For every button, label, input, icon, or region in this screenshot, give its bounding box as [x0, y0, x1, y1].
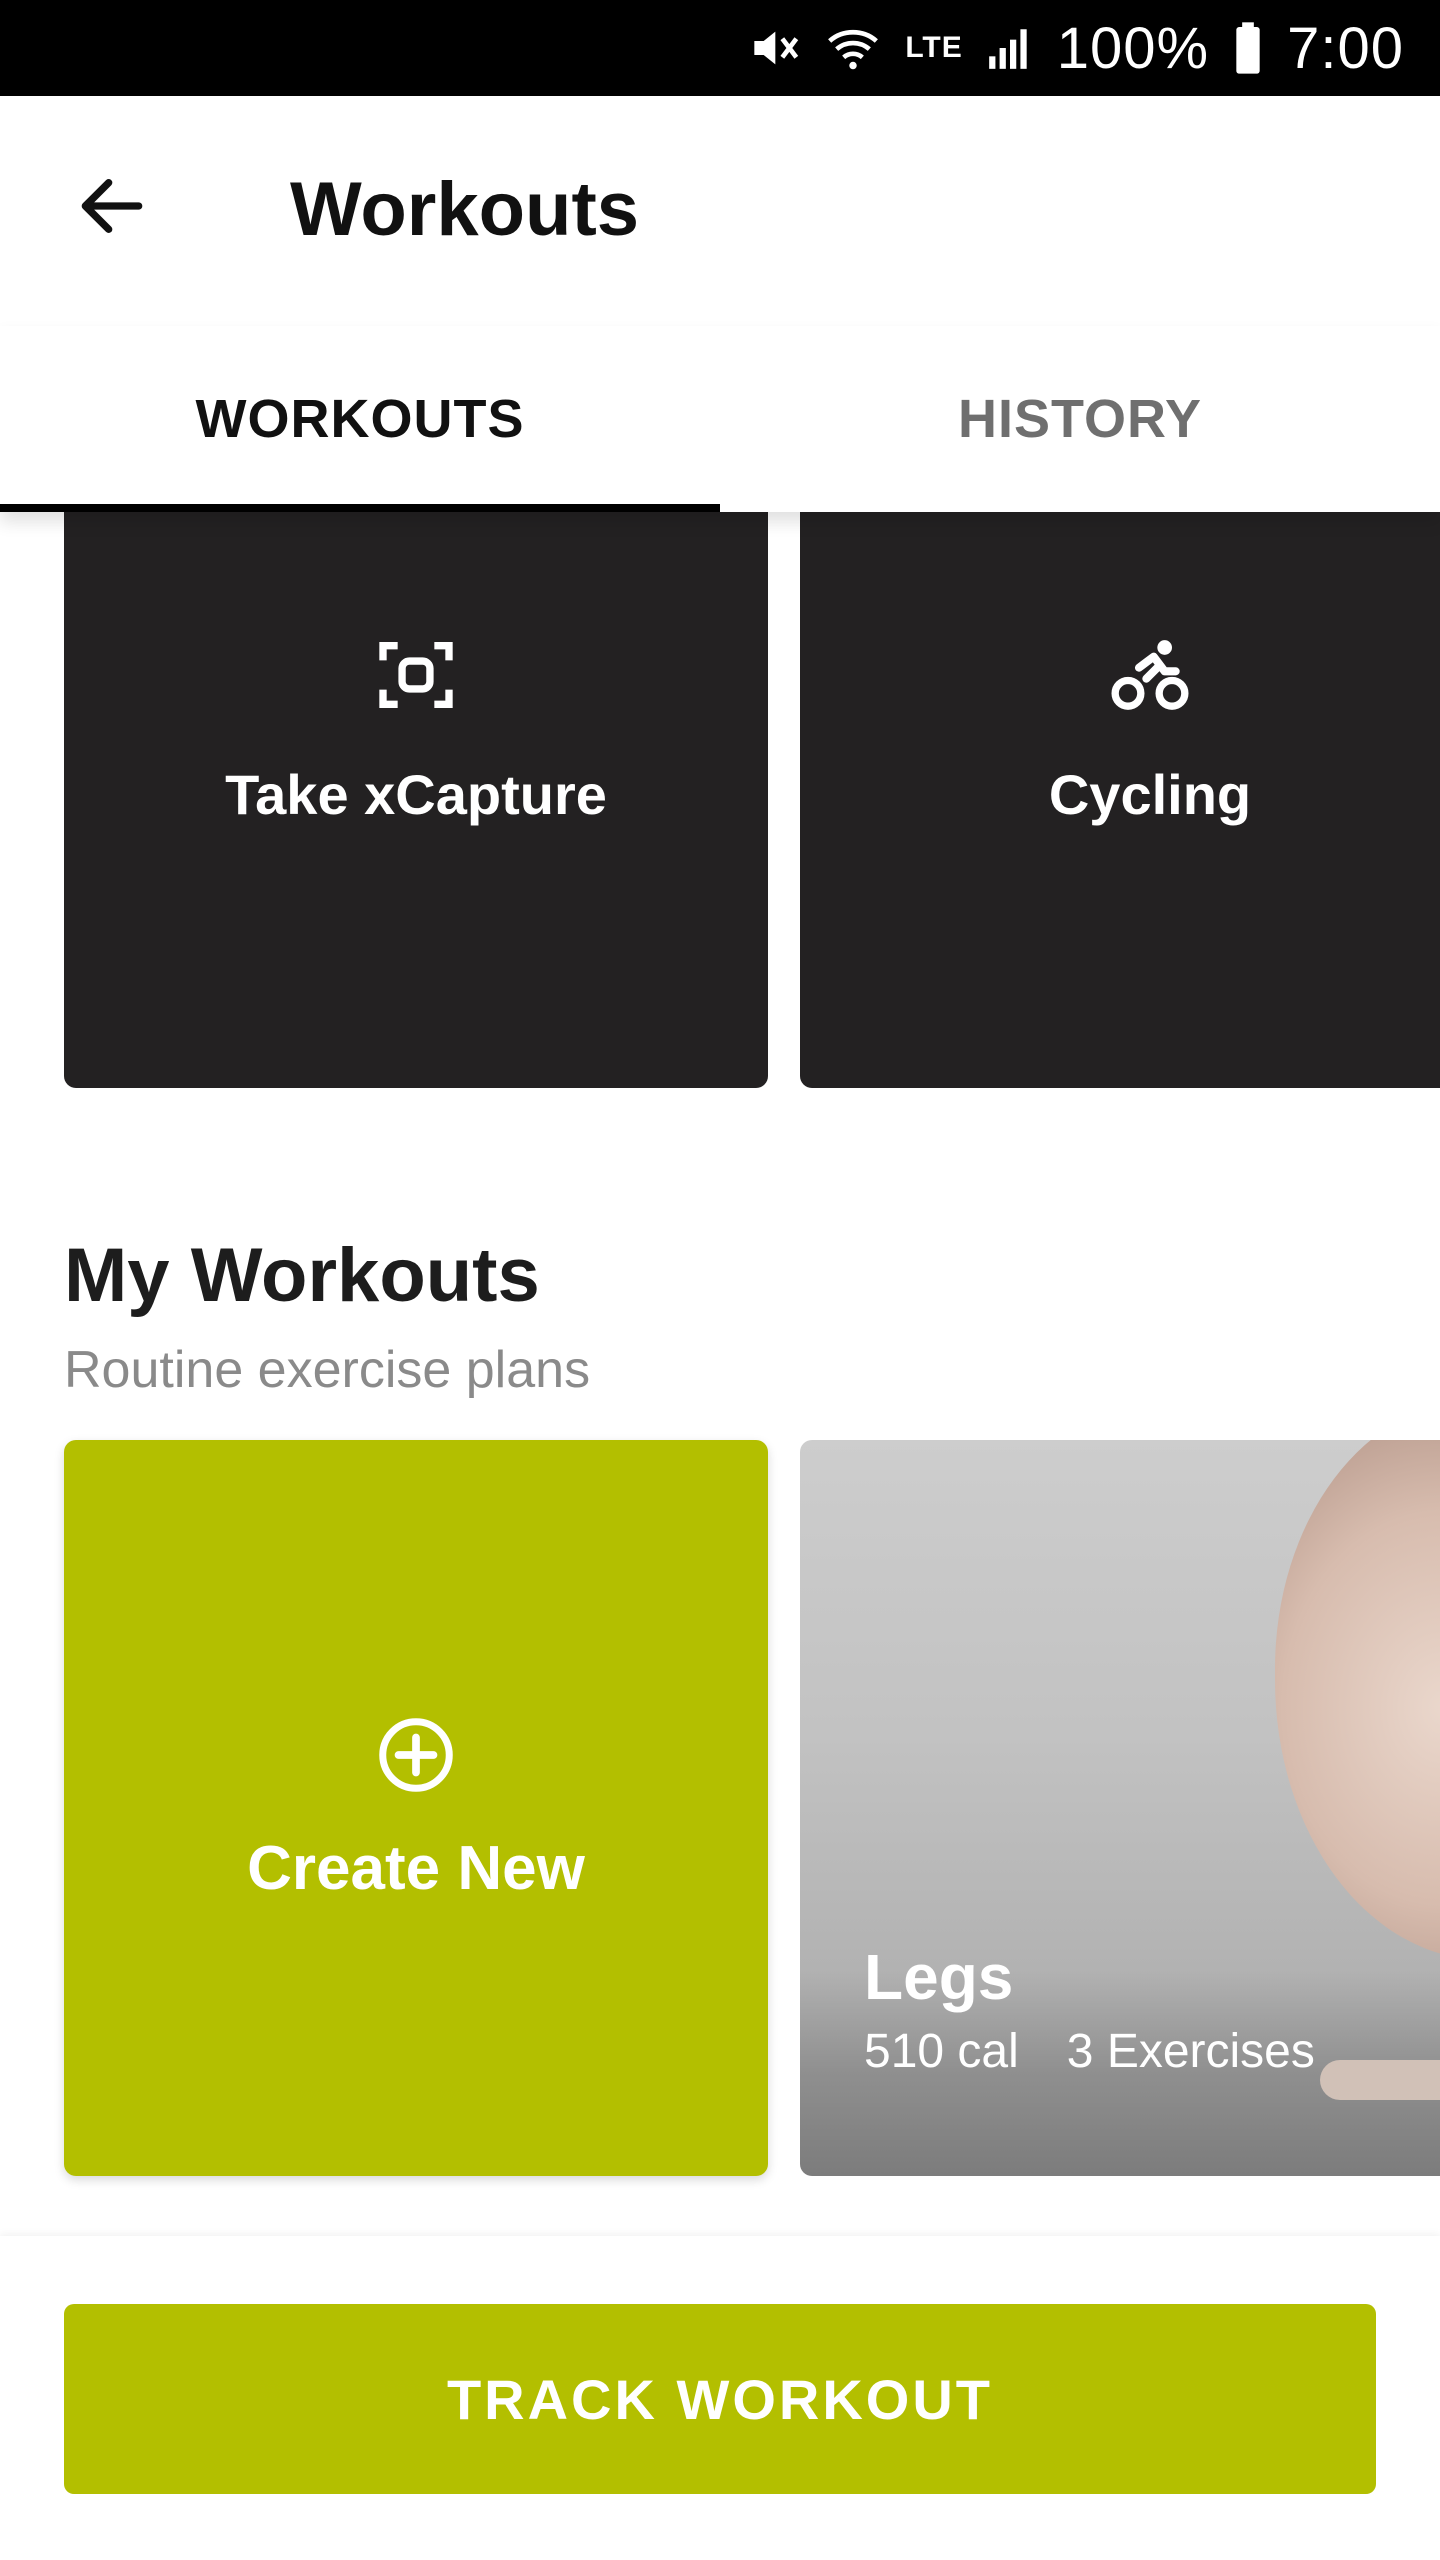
tab-bar: WORKOUTS HISTORY [0, 326, 1440, 512]
workout-name: Legs [864, 1941, 1014, 2013]
clock: 7:00 [1287, 15, 1404, 81]
cycling-label: Cycling [1048, 763, 1252, 826]
workout-photo-hand [1320, 2060, 1440, 2100]
create-new-card[interactable]: Create New [64, 1440, 768, 2176]
mute-vibrate-icon [745, 20, 801, 76]
workout-photo [1275, 1440, 1440, 1960]
track-workout-button[interactable]: TRACK WORKOUT [64, 2304, 1376, 2494]
content-area[interactable]: Take xCapture Cycling My Workouts Routin… [0, 512, 1440, 2236]
workout-card-legs[interactable]: Legs 510 cal 3 Exercises [800, 1440, 1440, 2176]
cycling-card[interactable]: Cycling [800, 512, 1440, 1088]
battery-percent: 100% [1056, 15, 1210, 81]
section-title: My Workouts [64, 1233, 540, 1318]
status-bar: LTE 100% 7:00 [0, 0, 1440, 96]
plus-circle-icon [379, 1717, 453, 1792]
take-xcapture-label: Take xCapture [225, 763, 607, 826]
wifi-icon [823, 20, 883, 76]
signal-icon [985, 20, 1035, 76]
workout-calories: 510 cal [864, 2025, 1019, 2078]
tab-history[interactable]: HISTORY [720, 326, 1440, 512]
create-new-label: Create New [247, 1833, 585, 1903]
lte-icon: LTE [905, 31, 963, 64]
section-subtitle: Routine exercise plans [64, 1341, 591, 1399]
back-button[interactable] [62, 156, 162, 256]
workout-exercises: 3 Exercises [1066, 2025, 1315, 2078]
arrow-left-icon [81, 179, 143, 233]
workout-meta: 510 cal 3 Exercises [864, 2024, 1315, 2079]
tab-workouts[interactable]: WORKOUTS [0, 326, 720, 512]
cycling-icon [1105, 630, 1195, 720]
page-title: Workouts [290, 167, 640, 252]
app-bar: Workouts [0, 96, 1440, 326]
battery-icon [1231, 20, 1265, 76]
take-xcapture-card[interactable]: Take xCapture [64, 512, 768, 1088]
capture-icon [371, 630, 461, 720]
bottom-bar: TRACK WORKOUT [0, 2236, 1440, 2560]
